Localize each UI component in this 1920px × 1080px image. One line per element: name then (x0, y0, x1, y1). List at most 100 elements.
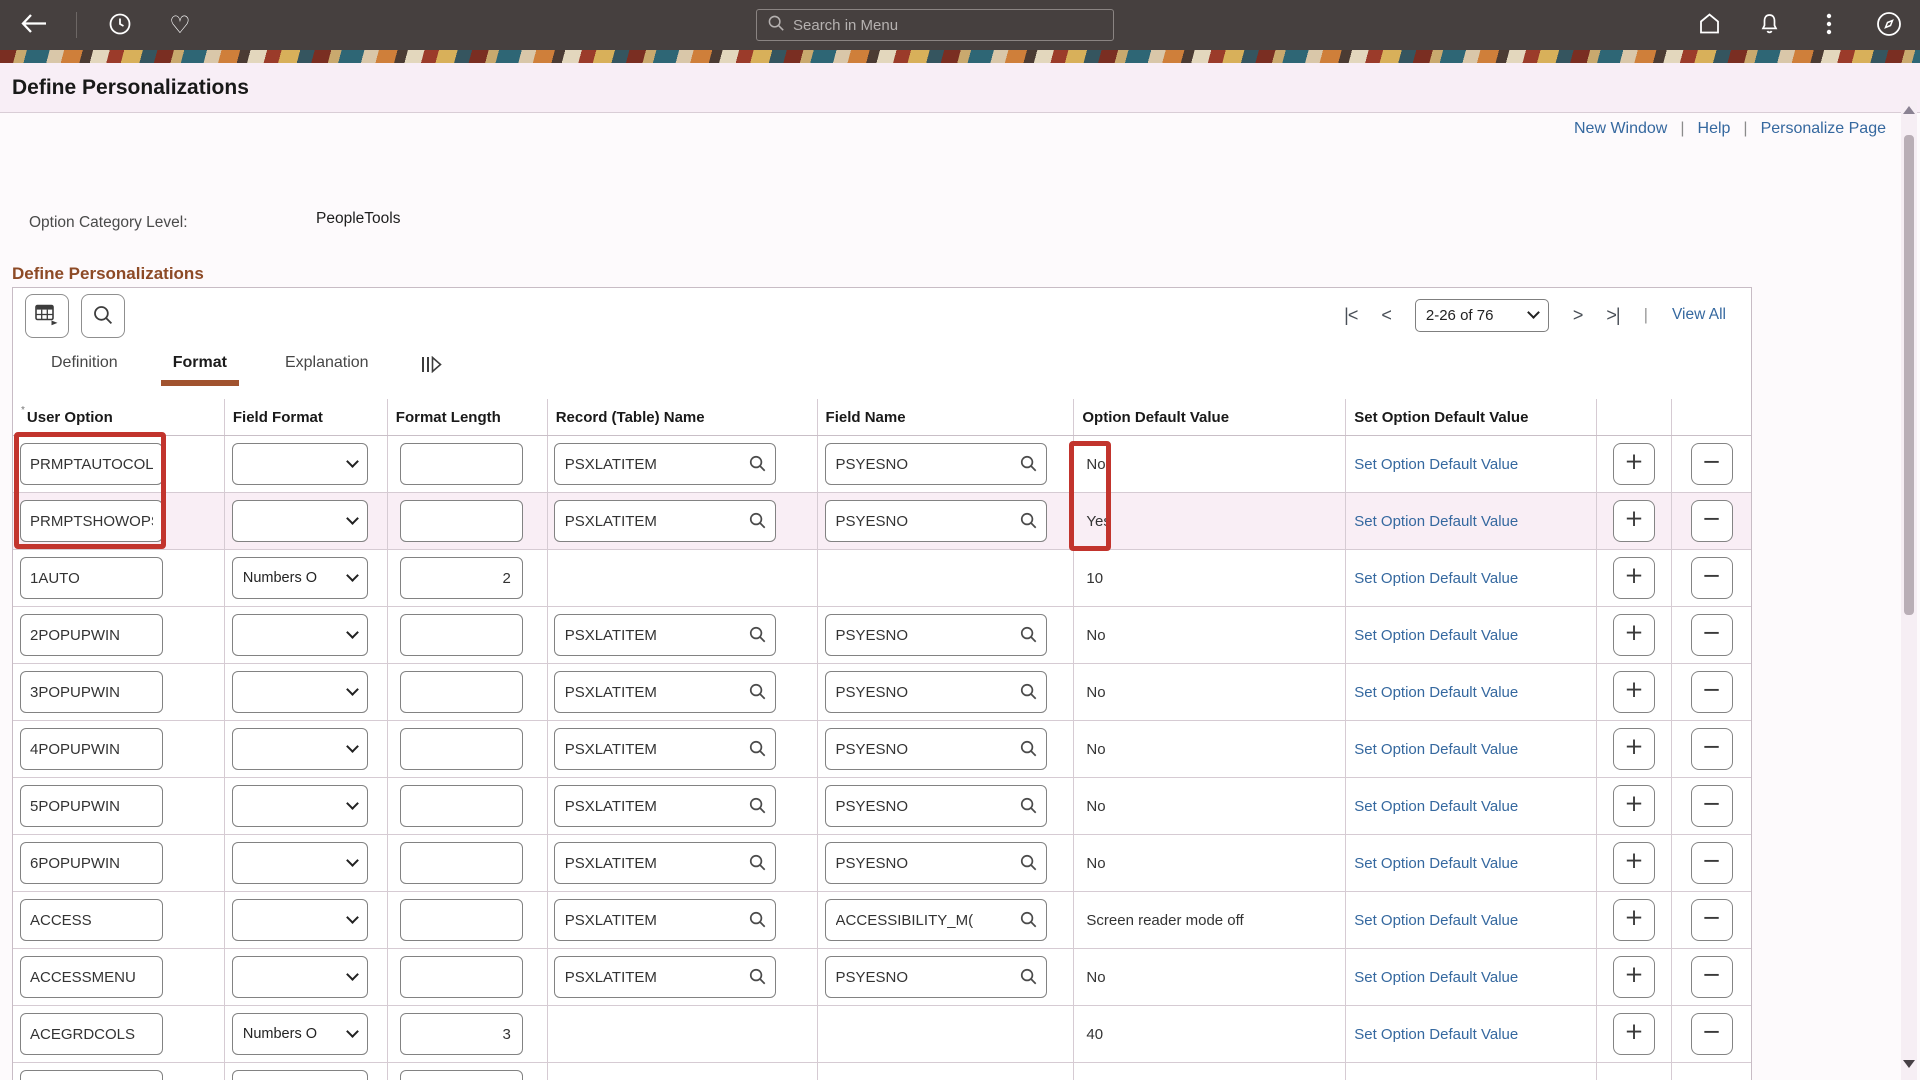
add-row-button[interactable]: + (1613, 1013, 1655, 1055)
field-name-input[interactable] (825, 671, 1047, 713)
add-row-button[interactable]: + (1613, 842, 1655, 884)
record-name-input[interactable] (554, 614, 776, 656)
grid-zoom-button[interactable] (25, 294, 69, 338)
add-row-button[interactable]: + (1613, 557, 1655, 599)
grid-find-button[interactable] (81, 294, 125, 338)
lookup-icon[interactable] (748, 739, 767, 763)
tab-format[interactable]: Format (173, 350, 227, 372)
format-length-input[interactable] (400, 671, 523, 713)
delete-row-button[interactable]: − (1691, 785, 1733, 827)
page-range-select[interactable]: 2-26 of 76 (1415, 299, 1549, 332)
set-option-default-value-link[interactable]: Set Option Default Value (1346, 855, 1518, 872)
user-option-input[interactable] (20, 1013, 163, 1055)
recent-history-button[interactable] (103, 8, 137, 42)
delete-row-button[interactable]: − (1691, 728, 1733, 770)
lookup-icon[interactable] (748, 511, 767, 535)
lookup-icon[interactable] (748, 853, 767, 877)
set-option-default-value-link[interactable]: Set Option Default Value (1346, 456, 1518, 473)
format-length-input[interactable] (400, 842, 523, 884)
delete-row-button[interactable]: − (1691, 956, 1733, 998)
format-length-input[interactable] (400, 1013, 523, 1055)
tab-definition[interactable]: Definition (51, 350, 118, 372)
format-length-input[interactable] (400, 557, 523, 599)
scrollbar-down-arrow[interactable] (1903, 1060, 1915, 1068)
field-format-select[interactable] (232, 785, 368, 827)
format-length-input[interactable] (400, 728, 523, 770)
search-input[interactable] (793, 17, 1073, 34)
user-option-input[interactable] (20, 614, 163, 656)
lookup-icon[interactable] (1019, 739, 1038, 763)
field-format-select[interactable] (232, 899, 368, 941)
personalize-page-link[interactable]: Personalize Page (1761, 120, 1886, 138)
scrollbar-up-arrow[interactable] (1903, 106, 1915, 114)
lookup-icon[interactable] (748, 454, 767, 478)
user-option-input[interactable] (20, 728, 163, 770)
show-tab-list-button[interactable] (421, 350, 442, 378)
add-row-button[interactable]: + (1613, 671, 1655, 713)
record-name-input[interactable] (554, 671, 776, 713)
set-option-default-value-link[interactable]: Set Option Default Value (1346, 912, 1518, 929)
navbar-button[interactable] (1872, 8, 1906, 42)
user-option-input[interactable] (20, 443, 163, 485)
delete-row-button[interactable]: − (1691, 1013, 1733, 1055)
field-format-select[interactable] (232, 1070, 368, 1080)
delete-row-button[interactable]: − (1691, 443, 1733, 485)
home-button[interactable] (1692, 8, 1726, 42)
delete-row-button[interactable]: − (1691, 557, 1733, 599)
format-length-input[interactable] (400, 899, 523, 941)
lookup-icon[interactable] (1019, 967, 1038, 991)
format-length-input[interactable] (400, 956, 523, 998)
field-format-select[interactable] (232, 842, 368, 884)
field-format-select[interactable] (232, 671, 368, 713)
lookup-icon[interactable] (748, 910, 767, 934)
field-name-input[interactable] (825, 785, 1047, 827)
new-window-link[interactable]: New Window (1574, 120, 1667, 138)
field-format-select[interactable] (232, 443, 368, 485)
record-name-input[interactable] (554, 899, 776, 941)
next-page-button[interactable]: > (1573, 305, 1583, 326)
add-row-button[interactable]: + (1613, 785, 1655, 827)
lookup-icon[interactable] (1019, 796, 1038, 820)
delete-row-button[interactable]: − (1691, 500, 1733, 542)
record-name-input[interactable] (554, 842, 776, 884)
field-format-select[interactable] (232, 614, 368, 656)
record-name-input[interactable] (554, 956, 776, 998)
delete-row-button[interactable]: − (1691, 671, 1733, 713)
delete-row-button[interactable]: − (1691, 899, 1733, 941)
add-row-button[interactable]: + (1613, 956, 1655, 998)
field-format-select[interactable]: Numbers O (232, 1013, 368, 1055)
field-format-select[interactable]: Numbers O (232, 557, 368, 599)
user-option-input[interactable] (20, 500, 163, 542)
delete-row-button[interactable]: − (1691, 842, 1733, 884)
delete-row-button[interactable]: − (1691, 614, 1733, 656)
lookup-icon[interactable] (1019, 625, 1038, 649)
record-name-input[interactable] (554, 785, 776, 827)
record-name-input[interactable] (554, 728, 776, 770)
set-option-default-value-link[interactable]: Set Option Default Value (1346, 570, 1518, 587)
global-search[interactable] (756, 9, 1114, 41)
field-format-select[interactable] (232, 728, 368, 770)
add-row-button[interactable]: + (1613, 899, 1655, 941)
set-option-default-value-link[interactable]: Set Option Default Value (1346, 969, 1518, 986)
last-page-button[interactable]: >| (1606, 305, 1619, 326)
user-option-input[interactable] (20, 785, 163, 827)
notifications-button[interactable] (1752, 8, 1786, 42)
field-format-select[interactable] (232, 956, 368, 998)
record-name-input[interactable] (554, 443, 776, 485)
user-option-input[interactable] (20, 557, 163, 599)
field-format-select[interactable] (232, 500, 368, 542)
user-option-input[interactable] (20, 671, 163, 713)
user-option-input[interactable] (20, 956, 163, 998)
field-name-input[interactable] (825, 500, 1047, 542)
set-option-default-value-link[interactable]: Set Option Default Value (1346, 1026, 1518, 1043)
field-name-input[interactable] (825, 842, 1047, 884)
lookup-icon[interactable] (748, 967, 767, 991)
set-option-default-value-link[interactable]: Set Option Default Value (1346, 798, 1518, 815)
lookup-icon[interactable] (1019, 511, 1038, 535)
user-option-input[interactable] (20, 842, 163, 884)
view-all-link[interactable]: View All (1672, 306, 1726, 324)
add-row-button[interactable]: + (1613, 500, 1655, 542)
format-length-input[interactable] (400, 614, 523, 656)
actions-menu-button[interactable] (1812, 8, 1846, 42)
set-option-default-value-link[interactable]: Set Option Default Value (1346, 741, 1518, 758)
